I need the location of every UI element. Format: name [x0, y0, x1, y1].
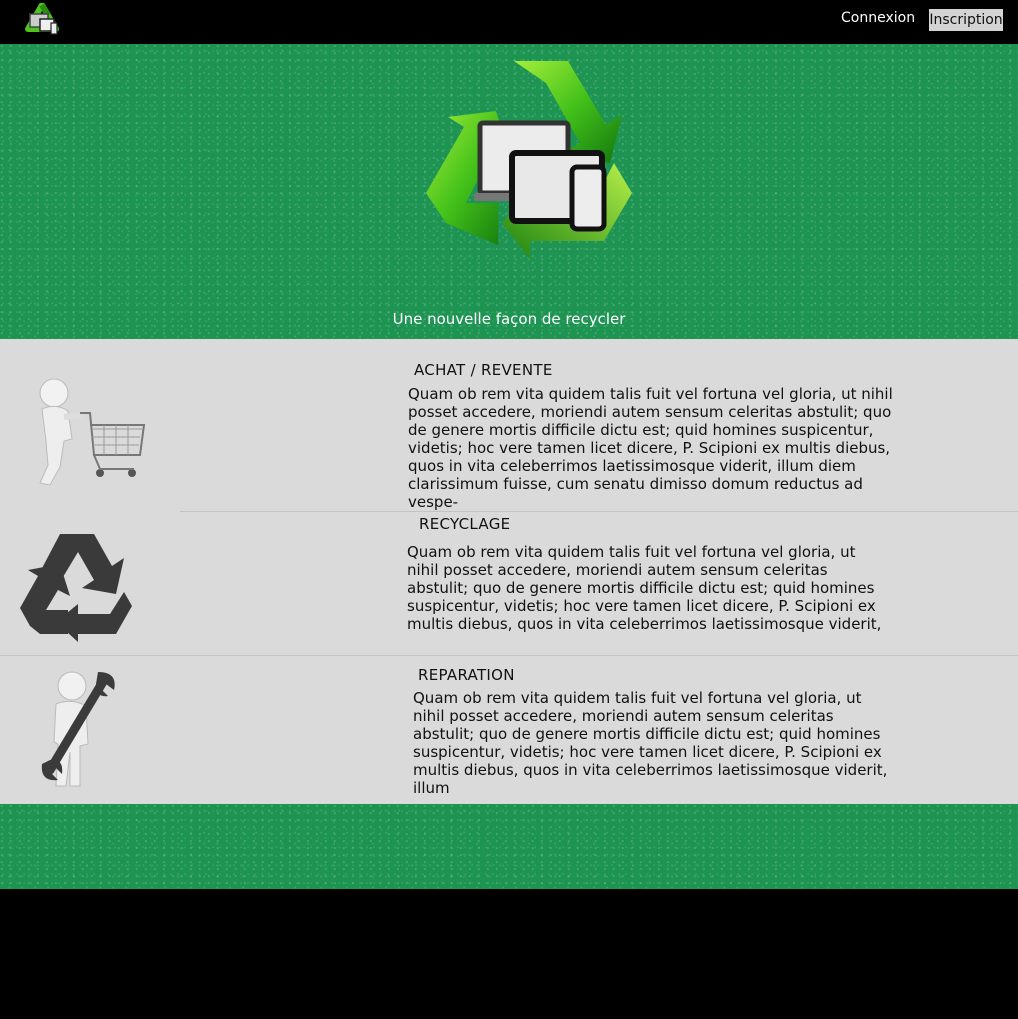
- inscription-button[interactable]: Inscription: [929, 9, 1003, 31]
- hero-tagline: Une nouvelle façon de recycler: [392, 310, 626, 328]
- top-bar: Connexion Inscription: [0, 0, 1018, 44]
- section-title: ACHAT / REVENTE: [414, 361, 553, 379]
- section-title: RECYCLAGE: [419, 515, 511, 533]
- section-text: Quam ob rem vita quidem talis fuit vel f…: [408, 385, 893, 511]
- section-title: REPARATION: [418, 666, 515, 684]
- recycle-devices-logo-small[interactable]: [18, 3, 66, 41]
- person-wrench-icon: [41, 671, 115, 787]
- recycle-icon: [20, 534, 132, 642]
- footer-banner: [0, 804, 1018, 889]
- section-reparation: REPARATION Quam ob rem vita quidem talis…: [0, 656, 1018, 804]
- connexion-link[interactable]: Connexion: [841, 10, 915, 26]
- services-panel: ACHAT / REVENTE Quam ob rem vita quidem …: [0, 339, 1018, 804]
- recycle-devices-logo: [426, 61, 632, 259]
- section-achat-revente: ACHAT / REVENTE Quam ob rem vita quidem …: [0, 339, 1018, 511]
- hero-banner: Une nouvelle façon de recycler: [0, 44, 1018, 339]
- section-recyclage: RECYCLAGE Quam ob rem vita quidem talis …: [0, 512, 1018, 655]
- person-shopping-cart-icon: [39, 378, 146, 486]
- section-text: Quam ob rem vita quidem talis fuit vel f…: [413, 689, 888, 797]
- section-text: Quam ob rem vita quidem talis fuit vel f…: [407, 543, 882, 633]
